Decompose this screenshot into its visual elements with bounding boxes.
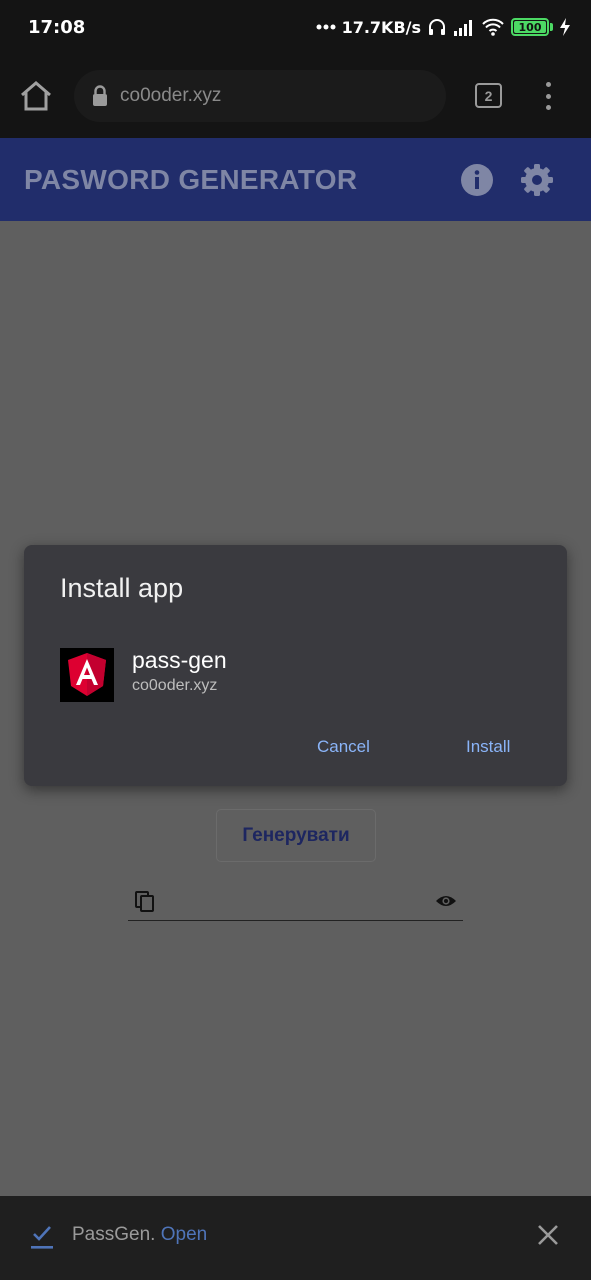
generate-button[interactable]: Генерувати — [216, 809, 376, 862]
battery-indicator: 100 — [511, 18, 553, 36]
bottom-snackbar: PassGen. Open — [0, 1196, 591, 1280]
snackbar-message: PassGen. Open — [72, 1224, 207, 1246]
status-time: 17:08 — [28, 16, 86, 38]
charging-icon — [560, 18, 570, 36]
lock-icon — [93, 85, 107, 106]
browser-toolbar: co0oder.xyz 2 — [0, 54, 591, 138]
snackbar-text: PassGen. — [72, 1224, 156, 1245]
settings-icon[interactable] — [519, 162, 555, 198]
dialog-title: Install app — [60, 573, 184, 603]
url-text: co0oder.xyz — [120, 85, 222, 106]
app-domain: co0oder.xyz — [132, 677, 218, 694]
check-icon — [31, 1226, 53, 1249]
tabs-button[interactable]: 2 — [475, 83, 502, 108]
copy-icon[interactable] — [135, 891, 155, 913]
angular-logo-icon — [60, 648, 114, 702]
battery-icon: 100 — [511, 18, 549, 36]
wifi-icon — [482, 18, 504, 36]
status-icons: 17.7KB/s 100 — [316, 17, 571, 37]
open-link[interactable]: Open — [161, 1224, 207, 1245]
eye-icon[interactable] — [435, 894, 457, 908]
home-icon[interactable] — [18, 79, 54, 113]
install-button[interactable]: Install — [466, 737, 510, 757]
app-title: PASWORD GENERATOR — [24, 163, 358, 195]
address-bar[interactable]: co0oder.xyz — [74, 70, 446, 122]
headphones-icon — [429, 19, 445, 35]
dots-icon — [316, 24, 336, 30]
password-field[interactable] — [128, 886, 463, 921]
cancel-button[interactable]: Cancel — [317, 737, 370, 757]
battery-level: 100 — [518, 20, 542, 34]
app-name: pass-gen — [132, 647, 227, 673]
app-toolbar: PASWORD GENERATOR — [0, 138, 591, 221]
install-app-dialog: Install app pass-gen co0oder.xyz Cancel … — [24, 545, 567, 786]
info-icon[interactable] — [460, 163, 494, 197]
network-speed: 17.7KB/s — [341, 17, 421, 37]
more-vert-icon[interactable] — [538, 82, 558, 110]
signal-icon — [454, 20, 472, 36]
status-bar: 17:08 17.7KB/s 100 — [0, 0, 591, 54]
close-icon[interactable] — [537, 1224, 559, 1246]
